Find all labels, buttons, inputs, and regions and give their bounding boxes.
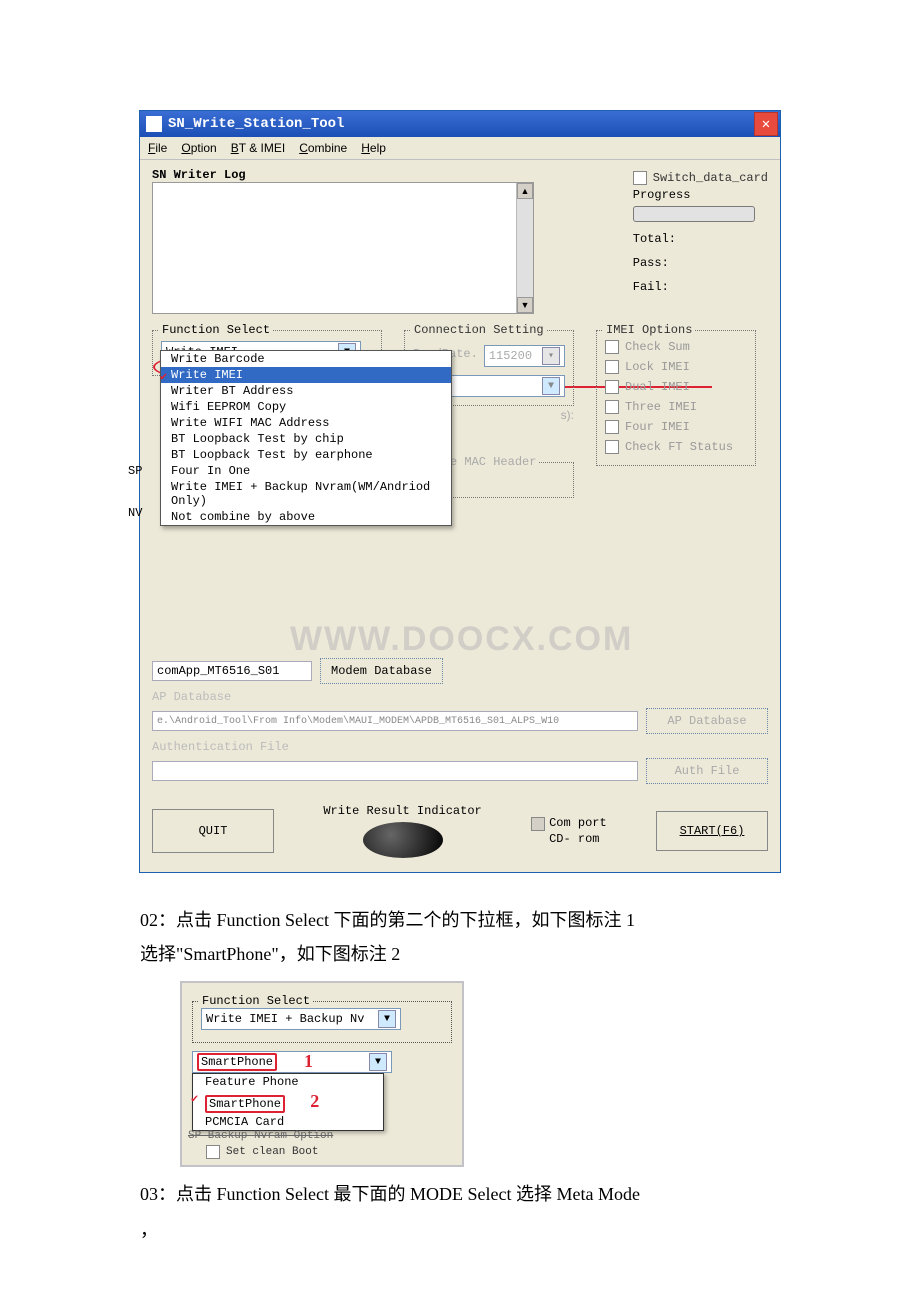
opt-not-combine[interactable]: Not combine by above	[161, 509, 451, 525]
caption-02-line2: 选择"SmartPhone"，如下图标注 2	[140, 937, 780, 971]
fail-label: Fail:	[633, 280, 768, 294]
modem-database-button[interactable]: Modem Database	[320, 658, 443, 684]
start-button[interactable]: START(F6)	[656, 811, 768, 851]
comport-icon	[531, 817, 545, 831]
three-imei-label: Three IMEI	[625, 397, 697, 417]
menu-option[interactable]: Option	[181, 141, 216, 155]
opt-write-imei-backup[interactable]: Write IMEI + Backup Nvram(WM/Andriod Onl…	[161, 479, 451, 509]
titlebar: SN_Write_Station_Tool ✕	[140, 111, 780, 137]
close-icon[interactable]: ✕	[754, 112, 778, 136]
quit-button[interactable]: QUIT	[152, 809, 274, 853]
total-label: Total:	[633, 232, 768, 246]
annotation-number-1: 1	[304, 1051, 313, 1072]
lock-imei-checkbox[interactable]	[605, 360, 619, 374]
opt-feature-phone[interactable]: Feature Phone	[193, 1074, 383, 1090]
scroll-down-icon[interactable]: ▼	[517, 297, 533, 313]
comport-box: Com port CD- rom	[531, 815, 607, 847]
modem-field[interactable]: comApp_MT6516_S01	[152, 661, 312, 681]
check-ft-status-label: Check FT Status	[625, 437, 733, 457]
chevron-down-icon[interactable]: ▾	[542, 347, 560, 365]
menu-help[interactable]: Help	[361, 141, 386, 155]
progress-bar	[633, 206, 755, 222]
scrollbar[interactable]: ▲ ▼	[516, 183, 533, 313]
check-ft-status-checkbox[interactable]	[605, 440, 619, 454]
baudrate-dropdown[interactable]: 115200 ▾	[484, 345, 565, 367]
nv-label: NV	[128, 506, 142, 520]
four-imei-checkbox[interactable]	[605, 420, 619, 434]
ap-database-button[interactable]: AP Database	[646, 708, 768, 734]
opt-write-wifi-mac[interactable]: Write WIFI MAC Address	[161, 415, 451, 431]
check-icon: ✔	[160, 369, 167, 384]
frag-legend: Function Select	[199, 994, 313, 1008]
opt-pcmcia-card[interactable]: PCMCIA Card	[193, 1114, 383, 1130]
watermark-text: WWW.DOOCX.COM	[290, 620, 633, 659]
opt-bt-loop-chip[interactable]: BT Loopback Test by chip	[161, 431, 451, 447]
imei-options-legend: IMEI Options	[603, 323, 695, 337]
chevron-down-icon[interactable]: ▼	[378, 1010, 396, 1028]
window-title: SN_Write_Station_Tool	[168, 116, 344, 132]
annotation-number-2: 2	[310, 1091, 319, 1111]
caption-02-line1: 02：点击 Function Select 下面的第二个的下拉框，如下图标注 1	[140, 903, 780, 937]
comport-label-2: CD- rom	[549, 831, 607, 847]
check-sum-label: Check Sum	[625, 337, 690, 357]
menu-bt-imei[interactable]: BT & IMEI	[231, 141, 285, 155]
lock-imei-label: Lock IMEI	[625, 357, 690, 377]
sp-label: SP	[128, 464, 142, 478]
write-result-label: Write Result Indicator	[323, 804, 481, 818]
ap-database-legend: AP Database	[152, 690, 768, 704]
stats-panel: Switch_data_card Progress Total: Pass: F…	[633, 168, 768, 314]
opt-smartphone[interactable]: ✔ SmartPhone 2	[193, 1090, 383, 1114]
status-indicator-icon	[363, 822, 443, 858]
log-textarea[interactable]: ▲ ▼	[152, 182, 534, 314]
sn-writer-window: SN_Write_Station_Tool ✕ File Option BT &…	[139, 110, 781, 873]
four-imei-label: Four IMEI	[625, 417, 690, 437]
auth-file-label: Authentication File	[152, 740, 768, 754]
function-select-legend: Function Select	[159, 323, 273, 337]
chevron-down-icon[interactable]: ▼	[542, 377, 560, 395]
frag-sp-line: SP Backup Nvram Option	[188, 1130, 428, 1142]
set-clean-boot-label: Set clean Boot	[226, 1142, 318, 1162]
log-label: SN Writer Log	[152, 168, 621, 182]
app-icon	[146, 116, 162, 132]
ap-path-field[interactable]: e.\Android_Tool\From Info\Modem\MAUI_MOD…	[152, 711, 638, 731]
check-icon: ✔	[191, 1091, 198, 1106]
baudrate-value: 115200	[489, 349, 532, 363]
frag-top-value: Write IMEI + Backup Nv	[206, 1012, 364, 1026]
three-imei-checkbox[interactable]	[605, 400, 619, 414]
dual-imei-checkbox[interactable]	[605, 380, 619, 394]
opt-write-imei[interactable]: ✔ Write IMEI	[161, 367, 451, 383]
connection-setting-legend: Connection Setting	[411, 323, 547, 337]
chevron-down-icon[interactable]: ▼	[369, 1053, 387, 1071]
scroll-up-icon[interactable]: ▲	[517, 183, 533, 199]
comport-label-1: Com port	[549, 815, 607, 831]
opt-four-in-one[interactable]: Four In One	[161, 463, 451, 479]
opt-writer-bt-address[interactable]: Writer BT Address	[161, 383, 451, 399]
pass-label: Pass:	[633, 256, 768, 270]
progress-label: Progress	[633, 188, 768, 202]
frag-selected-value: SmartPhone	[197, 1053, 277, 1071]
set-clean-boot-checkbox[interactable]	[206, 1145, 220, 1159]
switch-data-card-label: Switch_data_card	[653, 168, 768, 188]
function-select-list[interactable]: Write Barcode ✔ Write IMEI Writer BT Add…	[160, 350, 452, 526]
opt-wifi-eeprom-copy[interactable]: Wifi EEPROM Copy	[161, 399, 451, 415]
menu-file[interactable]: File	[148, 141, 167, 155]
function-select-fragment: Function Select Write IMEI + Backup Nv ▼…	[180, 981, 464, 1167]
frag-device-list[interactable]: Feature Phone ✔ SmartPhone 2 PCMCIA Card	[192, 1073, 384, 1131]
menu-combine[interactable]: Combine	[299, 141, 347, 155]
frag-device-dropdown[interactable]: SmartPhone ▼	[192, 1051, 392, 1073]
trailing-comma: ，	[140, 1220, 158, 1240]
opt-bt-loop-earphone[interactable]: BT Loopback Test by earphone	[161, 447, 451, 463]
auth-file-field[interactable]	[152, 761, 638, 781]
menubar: File Option BT & IMEI Combine Help	[140, 137, 780, 160]
dual-imei-label: Dual IMEI	[625, 377, 690, 397]
frag-top-dropdown[interactable]: Write IMEI + Backup Nv ▼	[201, 1008, 401, 1030]
opt-write-barcode[interactable]: Write Barcode	[161, 351, 451, 367]
check-sum-checkbox[interactable]	[605, 340, 619, 354]
switch-data-card-checkbox[interactable]	[633, 171, 647, 185]
auth-file-button[interactable]: Auth File	[646, 758, 768, 784]
caption-03: 03：点击 Function Select 最下面的 MODE Select 选…	[140, 1177, 780, 1211]
